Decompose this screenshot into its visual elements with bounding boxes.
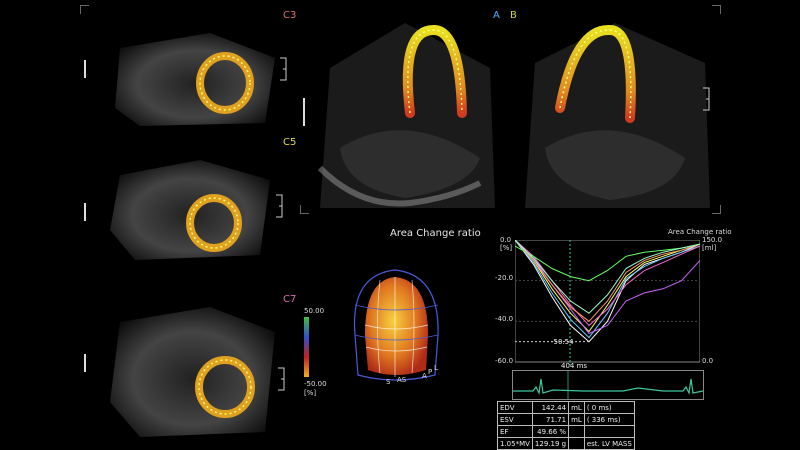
area-change-chart[interactable]	[515, 240, 700, 365]
view-label-c7: C7	[283, 294, 297, 305]
table-row: ESV 71.71 mL ( 336 ms)	[497, 413, 635, 426]
view-label-c3: C3	[283, 10, 297, 21]
series-line-1	[515, 240, 700, 333]
apical-view-a[interactable]	[300, 8, 510, 213]
meas-name: EDV	[497, 401, 533, 414]
graph-tick-20: -20.0	[495, 274, 514, 282]
graph-tick-60: -60.0	[495, 357, 514, 365]
corner-mark	[80, 5, 89, 14]
table-row: 1.05*MV 129.19 g est. LV MASS	[497, 437, 635, 450]
view-label-c5: C5	[283, 137, 297, 148]
meas-value: 142.44	[531, 401, 570, 414]
view-label-a: A	[493, 10, 500, 21]
series-line-4	[515, 240, 700, 335]
meas-extra	[583, 425, 635, 438]
meas-unit	[568, 425, 585, 438]
short-axis-view-c5[interactable]	[80, 135, 300, 265]
short-axis-view-c7[interactable]	[80, 292, 300, 442]
ecg-strip	[512, 370, 704, 400]
segment-label-a: A	[422, 372, 427, 380]
segment-label-p: P	[428, 368, 433, 376]
colorbar-min: -50.00	[304, 380, 327, 388]
meas-value: 71.71	[531, 413, 570, 426]
meas-extra: ( 336 ms)	[583, 413, 635, 426]
corner-mark	[712, 5, 721, 14]
colorbar-max: 50.00	[304, 307, 325, 315]
graph-y-right-top: 150.0	[702, 236, 723, 244]
meas-name: EF	[497, 425, 533, 438]
corner-mark	[712, 205, 721, 214]
corner-mark	[300, 205, 309, 214]
segment-label-as: AS	[397, 376, 407, 384]
time-cursor-label: 404 ms	[561, 362, 588, 370]
view-label-b: B	[510, 10, 517, 21]
series-line-7	[515, 240, 700, 314]
meas-value: 49.66 %	[531, 425, 570, 438]
graph-title: Area Change ratio	[668, 228, 732, 236]
graph-tick-40: -40.0	[495, 315, 514, 323]
table-row: EDV 142.44 mL ( 0 ms)	[497, 401, 635, 414]
meas-extra: est. LV MASS	[583, 437, 635, 450]
series-line-2	[515, 240, 700, 339]
meas-extra: ( 0 ms)	[583, 401, 635, 414]
segment-label-l: L	[434, 364, 438, 372]
meas-name: 1.05*MV	[497, 437, 533, 450]
table-row: EF 49.66 %	[497, 425, 635, 438]
meas-value: 129.19 g	[531, 437, 570, 450]
colorbar-unit: [%]	[304, 389, 317, 397]
graph-y-right-bottom: 0.0	[702, 357, 714, 365]
graph-y-right-unit: [ml]	[702, 244, 717, 252]
meas-unit	[568, 437, 585, 450]
section-heading: Area Change ratio	[390, 228, 481, 239]
short-axis-view-c3[interactable]	[80, 8, 300, 128]
meas-unit: mL	[568, 413, 585, 426]
graph-y-left-unit: [%]	[500, 244, 513, 252]
graph-y-left-top: 0.0	[500, 236, 512, 244]
measurement-table: EDV 142.44 mL ( 0 ms) ESV 71.71 mL ( 336…	[497, 401, 635, 450]
peak-value-label: -50.54	[551, 338, 574, 346]
segment-label-s: S	[386, 378, 391, 386]
apical-view-b[interactable]	[505, 8, 720, 213]
meas-name: ESV	[497, 413, 533, 426]
meas-unit: mL	[568, 401, 585, 414]
colorbar	[304, 317, 309, 377]
